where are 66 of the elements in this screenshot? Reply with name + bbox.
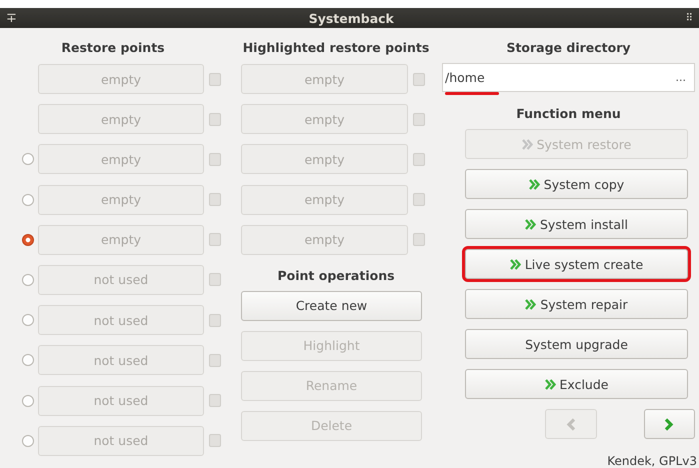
double-chevron-icon <box>510 258 521 270</box>
radio-button[interactable] <box>22 434 34 447</box>
chevron-right-icon <box>664 418 674 430</box>
checkbox[interactable] <box>413 193 425 206</box>
checkbox[interactable] <box>209 112 221 126</box>
restore-point-field[interactable]: empty <box>241 184 408 215</box>
function-button[interactable]: System copy <box>465 169 688 199</box>
column-heading: Restore points <box>60 39 166 57</box>
footer-credit: Kendek, GPLv3 <box>607 454 697 468</box>
double-chevron-icon <box>522 138 533 150</box>
checkbox[interactable] <box>209 273 221 286</box>
column-heading: Highlighted restore points <box>242 39 430 57</box>
restore-point-field[interactable]: empty <box>38 184 204 215</box>
radio-button[interactable] <box>22 234 34 246</box>
window-title: Systemback <box>308 10 394 26</box>
checkbox[interactable] <box>209 434 221 448</box>
checkbox[interactable] <box>209 72 221 86</box>
restore-point-field[interactable]: empty <box>241 144 408 174</box>
directory-path: /home <box>445 70 485 85</box>
browse-button[interactable]: ... <box>676 71 686 84</box>
restore-point-field[interactable]: not used <box>38 264 204 295</box>
restore-point-field[interactable]: not used <box>38 426 204 456</box>
restore-point-field[interactable]: empty <box>241 224 408 255</box>
double-chevron-icon <box>528 178 540 190</box>
chevron-left-icon <box>566 418 576 430</box>
restore-point-field[interactable]: empty <box>38 224 204 255</box>
radio-button[interactable] <box>22 194 34 206</box>
radio-button[interactable] <box>22 354 34 366</box>
function-button[interactable]: System repair <box>465 289 688 319</box>
double-chevron-icon <box>524 218 536 230</box>
radio-button[interactable] <box>22 153 34 166</box>
checkbox[interactable] <box>413 72 425 86</box>
restore-point-field[interactable]: empty <box>38 64 204 94</box>
function-button[interactable]: Exclude <box>465 369 688 399</box>
next-button[interactable] <box>644 409 695 439</box>
restore-point-field[interactable]: not used <box>38 345 204 376</box>
operation-button[interactable]: Create new <box>241 290 422 321</box>
radio-button[interactable] <box>22 314 34 326</box>
checkbox[interactable] <box>209 394 221 407</box>
checkbox[interactable] <box>413 112 425 126</box>
checkbox[interactable] <box>209 314 221 327</box>
restore-point-field[interactable]: not used <box>38 305 204 336</box>
restore-point-field[interactable]: empty <box>38 144 204 174</box>
function-button[interactable]: System upgrade <box>465 329 688 359</box>
checkbox[interactable] <box>209 152 221 166</box>
pin-icon[interactable]: ∓ <box>6 10 17 26</box>
restore-point-field[interactable]: empty <box>241 104 408 134</box>
checkbox[interactable] <box>209 354 221 367</box>
section-heading: Function menu <box>515 105 622 123</box>
checkbox[interactable] <box>209 233 221 246</box>
radio-button[interactable] <box>22 274 34 286</box>
column-heading: Storage directory <box>505 39 632 57</box>
function-button[interactable]: Live system create <box>465 249 688 279</box>
restore-point-field[interactable]: empty <box>38 104 204 134</box>
function-button[interactable]: System install <box>465 209 688 239</box>
section-heading: Point operations <box>276 266 396 285</box>
radio-button[interactable] <box>22 394 34 406</box>
checkbox[interactable] <box>209 193 221 206</box>
checkbox[interactable] <box>413 152 425 166</box>
checkbox[interactable] <box>413 233 425 246</box>
restore-point-field[interactable]: empty <box>241 64 408 94</box>
double-chevron-icon <box>544 378 556 390</box>
grip-icon[interactable]: ⠿ <box>686 12 693 24</box>
double-chevron-icon <box>525 298 536 310</box>
restore-point-field[interactable]: not used <box>38 386 204 416</box>
directory-field[interactable]: /home ... <box>442 63 695 92</box>
